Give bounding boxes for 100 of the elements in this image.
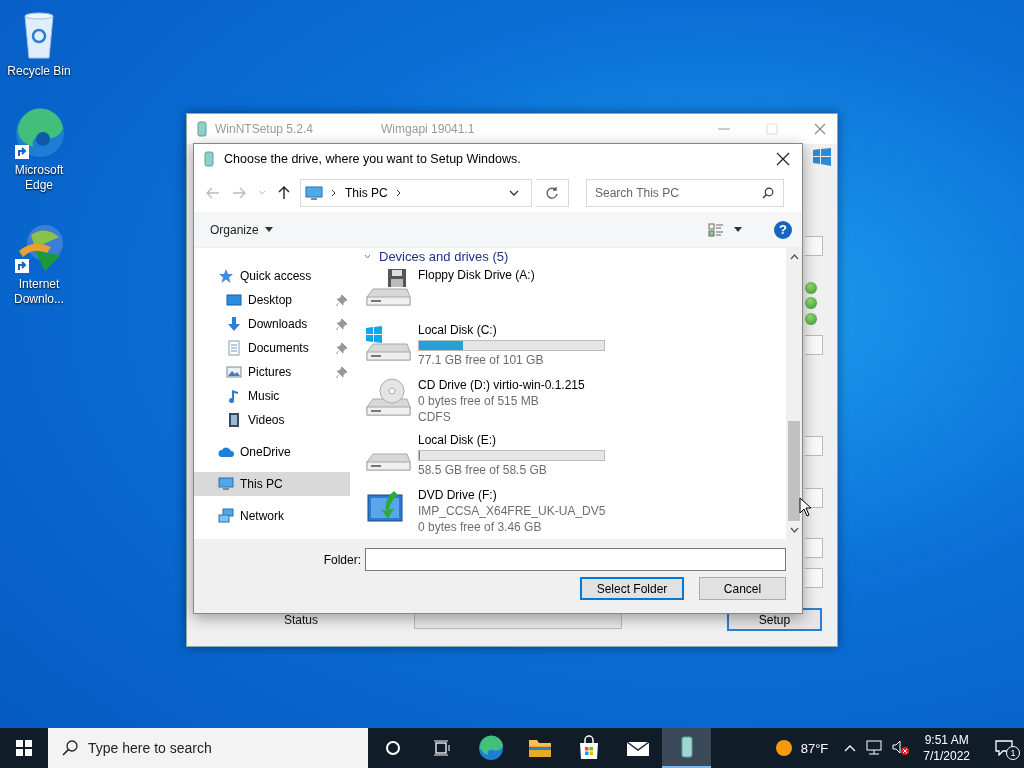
pin-icon[interactable] <box>336 319 347 330</box>
chevron-down-icon <box>258 190 266 196</box>
film-icon <box>226 412 242 428</box>
close-icon[interactable] <box>776 152 790 166</box>
left-arrow-icon <box>206 187 220 199</box>
status-label: Status <box>284 612 320 627</box>
drive-detail: 0 bytes free of 3.46 GB <box>418 521 543 534</box>
search-icon <box>762 187 774 199</box>
pin-icon[interactable] <box>336 343 347 354</box>
computer-icon <box>305 185 323 201</box>
nav-item[interactable]: Music <box>194 384 350 408</box>
help-button[interactable]: ? <box>774 220 792 239</box>
sun-icon <box>774 739 793 757</box>
app-icon <box>204 151 214 167</box>
nav-item[interactable]: Videos <box>194 408 350 432</box>
status-light-icon <box>805 313 817 325</box>
dialog-title: Choose the drive, where you want to Setup Windows. <box>224 152 522 166</box>
caret-icon <box>264 227 273 232</box>
icon-label: Recycle Bin <box>6 64 72 79</box>
window-subtitle: Wimgapi 19041.1 <box>381 122 476 136</box>
drive-detail: 0 bytes free of 515 MB <box>418 395 540 408</box>
computer-icon <box>218 476 234 492</box>
cancel-button[interactable]: Cancel <box>699 577 786 600</box>
folder-label: Folder: <box>323 552 361 567</box>
organize-button[interactable]: Organize <box>204 221 279 238</box>
temperature[interactable]: 87°F <box>800 740 829 756</box>
window-title: WinNTSetup 5.2.4 <box>215 122 314 136</box>
drive-name: Local Disk (C:) <box>418 324 498 337</box>
search-field[interactable]: Search This PC <box>586 179 784 207</box>
scroll-down-icon[interactable] <box>789 527 799 533</box>
drive-detail: 77.1 GB free of 101 GB <box>418 354 545 367</box>
nav-item[interactable]: Network <box>194 504 350 528</box>
monitor-icon <box>226 292 242 308</box>
drive-item[interactable]: Local Disk (E:) 58.5 GB free of 58.5 GB <box>364 429 786 484</box>
nav-item[interactable]: Downloads <box>194 312 350 336</box>
text-field[interactable] <box>805 335 823 355</box>
nav-item[interactable]: Pictures <box>194 360 350 384</box>
icon-label: Internet Downlo... <box>13 277 65 307</box>
nav-item[interactable]: Documents <box>194 336 350 360</box>
drive-name: CD Drive (D:) virtio-win-0.1.215 <box>418 379 585 392</box>
notification-icon[interactable] <box>995 740 1013 756</box>
circle-icon <box>384 740 401 756</box>
pin-icon[interactable] <box>336 367 347 378</box>
browser-icon[interactable] <box>13 107 65 161</box>
dropdown-field[interactable] <box>805 488 823 508</box>
browser-icon <box>477 735 504 761</box>
refresh-button[interactable] <box>536 179 569 207</box>
nav-item[interactable]: This PC <box>194 472 350 496</box>
icon-label: Microsoft Edge <box>13 163 65 193</box>
dropdown-field[interactable] <box>805 538 823 558</box>
hard-drive-icon <box>364 453 412 471</box>
address-bar[interactable]: This PC <box>300 179 532 207</box>
breadcrumb-item[interactable]: This PC <box>345 186 388 200</box>
caret-icon <box>734 227 742 232</box>
drive-item[interactable]: CD Drive (D:) virtio-win-0.1.215 0 bytes free of 515 MB CDFS <box>364 374 786 429</box>
pin-icon[interactable] <box>336 295 347 306</box>
chevron-icon <box>331 189 337 197</box>
scrollbar[interactable] <box>786 248 802 539</box>
select-folder-button[interactable]: Select Folder <box>580 577 684 600</box>
task-view-icon <box>432 740 451 756</box>
down-arrow-icon <box>226 316 242 332</box>
dropdown-icon[interactable] <box>509 190 519 196</box>
star-icon <box>218 268 234 284</box>
chevron-up-icon[interactable] <box>844 744 857 752</box>
section-header: Devices and drives (5) <box>379 248 509 264</box>
network-icon[interactable] <box>865 740 884 756</box>
windows-logo-icon <box>813 148 831 166</box>
windows-logo-icon <box>16 740 32 756</box>
drive-name: Local Disk (E:) <box>418 434 498 447</box>
pointer-icon <box>799 497 812 517</box>
nav-item[interactable]: OneDrive <box>194 440 350 464</box>
collapse-icon[interactable] <box>364 253 371 259</box>
document-icon <box>226 340 242 356</box>
refresh-icon <box>545 186 559 200</box>
drive-item[interactable]: DVD Drive (F:) IMP_CCSA_X64FRE_UK-UA_DV5 0 bytes free of 3.46 GB <box>364 484 786 539</box>
text-field[interactable] <box>805 568 823 588</box>
scroll-up-icon[interactable] <box>789 254 799 260</box>
scrollbar-thumb[interactable] <box>788 421 800 521</box>
taskbar-search-field[interactable]: Type here to search <box>48 728 368 768</box>
chevron-icon <box>395 189 402 197</box>
drive-item[interactable]: Floppy Disk Drive (A:) <box>364 264 786 319</box>
drive-detail: IMP_CCSA_X64FRE_UK-UA_DV5 <box>418 505 606 518</box>
clock-time[interactable]: 9:51 AM <box>924 732 969 748</box>
notification-count: 1 <box>1006 746 1020 760</box>
nav-item[interactable]: Quick access <box>194 264 350 288</box>
details-view-icon <box>708 222 724 237</box>
drive-name: Floppy Disk Drive (A:) <box>418 269 535 282</box>
drive-detail: 58.5 GB free of 58.5 GB <box>418 464 548 477</box>
muted-speaker-icon[interactable] <box>892 740 911 756</box>
clock-date[interactable]: 7/1/2022 <box>923 748 970 764</box>
nav-item[interactable]: Desktop <box>194 288 350 312</box>
text-field[interactable] <box>805 236 823 256</box>
right-arrow-icon <box>232 187 246 199</box>
status-light-icon <box>805 282 817 294</box>
text-field[interactable] <box>805 436 823 456</box>
folder-field[interactable] <box>365 548 786 571</box>
drive-name: DVD Drive (F:) <box>418 489 498 502</box>
app-icon <box>197 121 207 137</box>
drive-detail: CDFS <box>418 411 452 424</box>
drive-item[interactable]: Local Disk (C:) 77.1 GB free of 101 GB <box>364 319 786 374</box>
